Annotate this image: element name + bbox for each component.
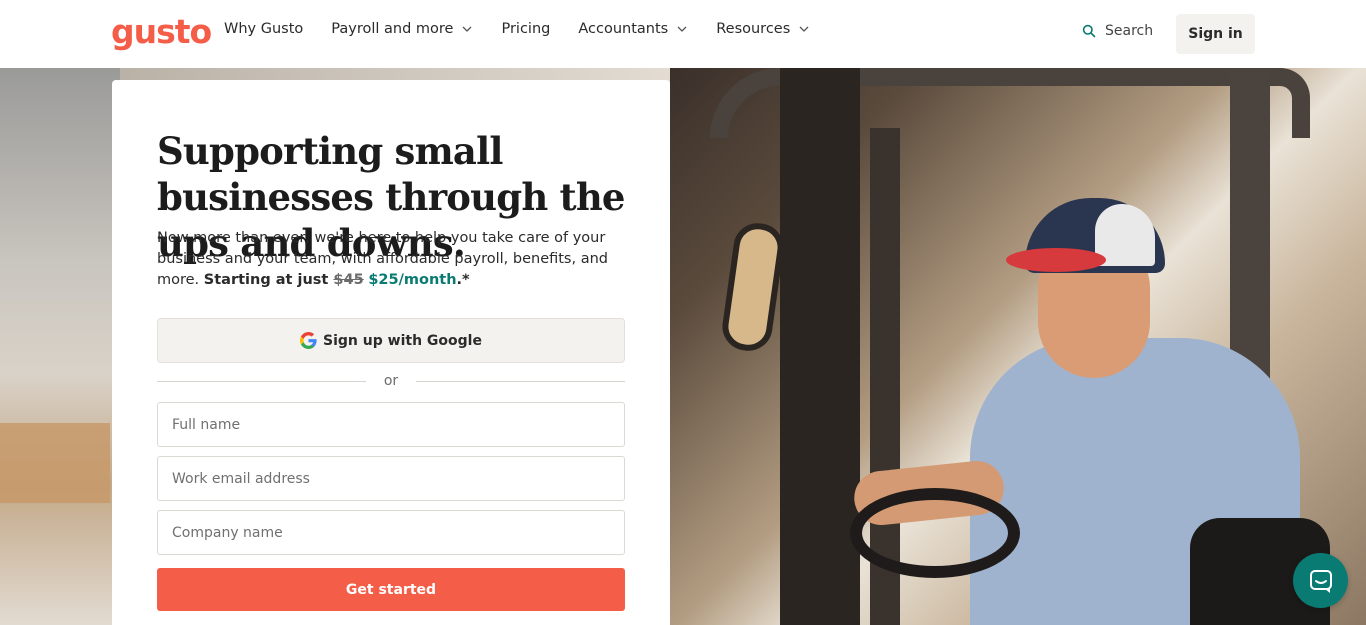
forklift-mast xyxy=(780,68,860,625)
nav-why-gusto[interactable]: Why Gusto xyxy=(224,21,303,37)
work-email-input[interactable] xyxy=(157,456,625,501)
nav-label: Payroll and more xyxy=(331,21,454,37)
search-icon xyxy=(1082,24,1096,38)
nav-payroll-and-more[interactable]: Payroll and more xyxy=(331,21,473,37)
google-signup-label: Sign up with Google xyxy=(323,332,482,349)
subcopy-end: .* xyxy=(456,272,470,288)
nav-pricing[interactable]: Pricing xyxy=(501,21,550,37)
cap-brim xyxy=(1006,248,1106,272)
chevron-down-icon xyxy=(463,26,472,32)
chevron-down-icon xyxy=(677,26,687,32)
chat-launcher-button[interactable] xyxy=(1293,553,1348,608)
price-old: $45 xyxy=(333,272,364,288)
chevron-down-icon xyxy=(799,26,809,32)
full-name-input[interactable] xyxy=(157,402,625,447)
or-divider: or xyxy=(157,370,626,392)
divider-line xyxy=(157,380,366,382)
gusto-logo[interactable]: gusto xyxy=(111,12,212,52)
warehouse-boxes xyxy=(0,423,110,503)
signup-card: Supporting small businesses through the … xyxy=(112,80,670,625)
search-label: Search xyxy=(1105,23,1154,39)
warehouse-image xyxy=(0,68,120,625)
google-icon xyxy=(300,332,317,349)
chat-icon xyxy=(1309,569,1332,593)
divider-line xyxy=(416,380,626,382)
nav-label: Why Gusto xyxy=(224,21,304,37)
forklift-driver-image xyxy=(670,68,1366,625)
price-new: $25/month xyxy=(368,272,457,288)
site-header: gusto Why Gusto Payroll and more Pricing… xyxy=(0,0,1366,68)
nav-label: Pricing xyxy=(501,21,551,37)
steering-wheel xyxy=(850,488,1020,578)
main-nav: Why Gusto Payroll and more Pricing Accou… xyxy=(224,21,838,37)
company-name-input[interactable] xyxy=(157,510,625,555)
nav-label: Resources xyxy=(716,21,791,37)
sign-in-button[interactable]: Sign in xyxy=(1176,14,1255,54)
google-signup-button[interactable]: Sign up with Google xyxy=(157,318,625,363)
nav-label: Accountants xyxy=(578,21,669,37)
forklift-mirror xyxy=(719,220,787,354)
subcopy-starting: Starting at just xyxy=(203,272,334,288)
nav-accountants[interactable]: Accountants xyxy=(578,21,688,37)
divider-label: or xyxy=(383,373,399,389)
search-button[interactable]: Search xyxy=(1082,23,1153,39)
nav-resources[interactable]: Resources xyxy=(716,21,810,37)
hero-subcopy: Now more than ever, we're here to help y… xyxy=(157,228,627,291)
get-started-button[interactable]: Get started xyxy=(157,568,625,611)
